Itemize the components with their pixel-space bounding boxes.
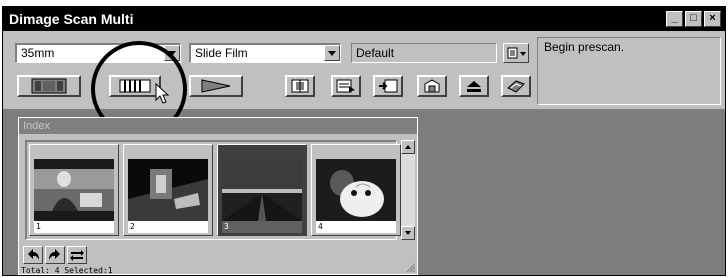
scan-to-file-button[interactable] [373, 75, 403, 97]
rotate-left-button[interactable] [23, 246, 43, 264]
crop-button[interactable] [285, 75, 315, 97]
film-type-select[interactable]: Slide Film [189, 43, 341, 63]
thumbnail-1[interactable]: 1 [29, 144, 119, 236]
settings-menu-icon [507, 47, 526, 59]
settings-name-value: Default [356, 46, 395, 60]
thumbnail-strip: 1 2 3 4 [25, 140, 401, 240]
thumbnail-image-2 [128, 159, 208, 221]
film-format-value: 35mm [21, 46, 55, 60]
resize-grip-icon[interactable] [405, 262, 415, 272]
image-correction-button[interactable] [331, 75, 361, 97]
thumbnail-number: 1 [34, 221, 114, 233]
thumbnail-4[interactable]: 4 [311, 144, 401, 236]
index-window: Index 1 2 3 4 Total: 4 Selected:1 [18, 117, 418, 275]
flip-button[interactable] [67, 246, 87, 264]
thumbnail-3[interactable]: 3 [217, 144, 307, 236]
rotate-right-button[interactable] [45, 246, 65, 264]
title-bar[interactable]: Dimage Scan Multi _ □ × [3, 7, 725, 31]
thumbnail-number: 4 [316, 221, 396, 233]
crop-icon [291, 79, 309, 93]
thumbnail-image-4 [316, 159, 396, 221]
scroll-up-icon [405, 145, 411, 149]
status-message: Begin prescan. [544, 40, 625, 54]
play-triangle-icon [201, 79, 231, 93]
status-panel: Begin prescan. [537, 37, 721, 105]
index-status-text: Total: 4 Selected:1 [21, 266, 113, 275]
rotate-right-icon [49, 249, 60, 260]
index-title: Index [23, 120, 50, 132]
minimize-button[interactable]: _ [666, 11, 683, 27]
scroll-down-button[interactable] [401, 226, 415, 240]
scroll-up-button[interactable] [401, 140, 415, 154]
single-frame-prescan-button[interactable] [17, 75, 81, 97]
scan-button[interactable] [189, 75, 243, 97]
preferences-button[interactable] [417, 75, 447, 97]
thumbnail-image-1 [34, 159, 114, 221]
help-button[interactable] [501, 75, 531, 97]
thumbnail-2[interactable]: 2 [123, 144, 213, 236]
thumbnail-scrollbar[interactable] [401, 140, 415, 240]
close-button[interactable]: × [704, 11, 721, 27]
image-correction-icon [336, 79, 355, 93]
thumbnail-number: 2 [128, 221, 208, 233]
settings-name-field[interactable]: Default [351, 43, 497, 63]
flip-icon [70, 250, 84, 261]
film-type-value: Slide Film [195, 46, 248, 60]
maximize-button[interactable]: □ [685, 11, 702, 27]
mouse-cursor-icon [155, 83, 170, 104]
rotate-left-icon [28, 249, 39, 260]
preferences-icon [424, 79, 440, 93]
settings-menu-button[interactable] [503, 43, 529, 63]
index-title-bar[interactable]: Index [19, 118, 417, 134]
scan-arrow-icon [379, 79, 398, 93]
window-title: Dimage Scan Multi [9, 11, 134, 27]
thumbnail-image-3 [222, 159, 302, 221]
film-frame-icon [31, 78, 67, 94]
app-window: Dimage Scan Multi _ □ × 35mm Slide Film … [2, 6, 726, 276]
scroll-down-icon [405, 231, 411, 235]
help-book-icon [507, 80, 525, 93]
eject-icon [467, 81, 481, 92]
eject-button[interactable] [459, 75, 489, 97]
dropdown-arrow-icon[interactable] [324, 45, 340, 61]
thumbnail-number: 3 [222, 221, 302, 233]
